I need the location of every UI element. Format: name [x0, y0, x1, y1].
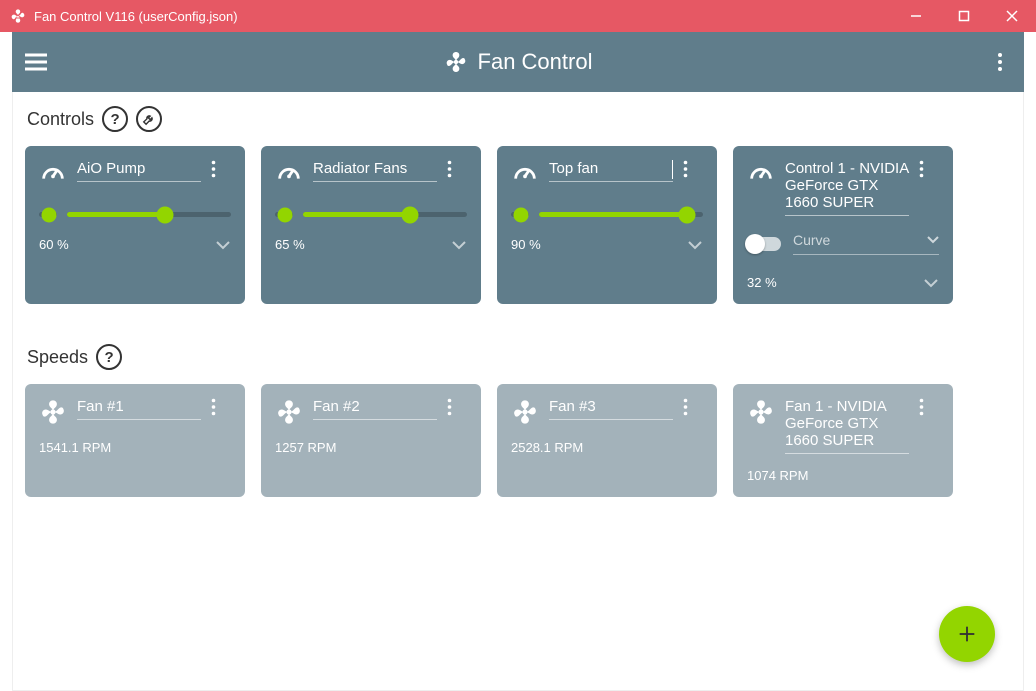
- expand-button[interactable]: [215, 240, 231, 250]
- rpm-label: 2528.1 RPM: [511, 440, 583, 455]
- rpm-label: 1074 RPM: [747, 468, 808, 483]
- menu-button[interactable]: [12, 52, 60, 72]
- speed-name-input[interactable]: Fan #1: [77, 398, 201, 417]
- app-bar: Fan Control: [12, 32, 1024, 92]
- mode-select[interactable]: Curve: [793, 232, 939, 255]
- speed-slider[interactable]: [303, 212, 467, 217]
- fan-icon: [39, 398, 67, 426]
- control-name-input[interactable]: Radiator Fans: [313, 160, 437, 179]
- speed-name-input[interactable]: Fan #3: [549, 398, 673, 417]
- window-title: Fan Control V116 (userConfig.json): [34, 9, 238, 24]
- rpm-label: 1541.1 RPM: [39, 440, 111, 455]
- appbar-title: Fan Control: [478, 49, 593, 75]
- card-menu-button[interactable]: [447, 160, 467, 178]
- rpm-label: 1257 RPM: [275, 440, 336, 455]
- speed-card: Fan #2 1257 RPM: [261, 384, 481, 497]
- window-maximize-button[interactable]: [940, 0, 988, 32]
- speed-slider[interactable]: [67, 212, 231, 217]
- speeds-section-label: Speeds: [27, 347, 88, 368]
- card-menu-button[interactable]: [919, 398, 939, 416]
- percent-label: 90 %: [511, 237, 541, 252]
- percent-label: 60 %: [39, 237, 69, 252]
- gauge-icon: [511, 160, 539, 188]
- speeds-row: Fan #1 1541.1 RPM Fan #2 1257 RPM Fan #3 2528…: [25, 384, 1011, 497]
- expand-button[interactable]: [923, 278, 939, 288]
- speeds-help-button[interactable]: ?: [96, 344, 122, 370]
- controls-row: AiO Pump 60 % Radiator Fans 65 % Top fan 90 %…: [25, 146, 1011, 304]
- fan-icon: [275, 398, 303, 426]
- speed-card: Fan #1 1541.1 RPM: [25, 384, 245, 497]
- content-area: Controls ? AiO Pump 60 % Radiator Fans 65 %…: [12, 92, 1024, 691]
- gauge-icon: [747, 160, 775, 188]
- control-name-input[interactable]: AiO Pump: [77, 160, 201, 179]
- speed-name-input[interactable]: Fan #2: [313, 398, 437, 417]
- card-menu-button[interactable]: [211, 398, 231, 416]
- speed-name-input[interactable]: Fan 1 - NVIDIA GeForce GTX 1660 SUPER: [785, 398, 909, 451]
- window-titlebar: Fan Control V116 (userConfig.json): [0, 0, 1036, 32]
- enable-fixed-toggle[interactable]: [39, 212, 57, 217]
- app-fan-icon: [10, 8, 26, 24]
- control-card: Top fan 90 %: [497, 146, 717, 304]
- window-close-button[interactable]: [988, 0, 1036, 32]
- speed-card: Fan 1 - NVIDIA GeForce GTX 1660 SUPER 107…: [733, 384, 953, 497]
- controls-section-label: Controls: [27, 109, 94, 130]
- percent-label: 65 %: [275, 237, 305, 252]
- speed-card: Fan #3 2528.1 RPM: [497, 384, 717, 497]
- speeds-section-header: Speeds ?: [27, 344, 1011, 370]
- card-menu-button[interactable]: [683, 160, 703, 178]
- add-fab-button[interactable]: [939, 606, 995, 662]
- percent-label: 32 %: [747, 275, 777, 290]
- fan-icon: [747, 398, 775, 426]
- card-menu-button[interactable]: [211, 160, 231, 178]
- control-name-input[interactable]: Control 1 - NVIDIA GeForce GTX 1660 SUPE…: [785, 160, 909, 213]
- appbar-more-button[interactable]: [976, 52, 1024, 72]
- speed-slider[interactable]: [539, 212, 703, 217]
- expand-button[interactable]: [451, 240, 467, 250]
- enable-toggle[interactable]: [747, 237, 781, 251]
- controls-section-header: Controls ?: [27, 106, 1011, 132]
- card-menu-button[interactable]: [919, 160, 939, 178]
- window-minimize-button[interactable]: [892, 0, 940, 32]
- mode-select-label: Curve: [793, 232, 830, 248]
- enable-fixed-toggle[interactable]: [511, 212, 529, 217]
- appbar-fan-icon: [444, 50, 468, 74]
- control-card: Radiator Fans 65 %: [261, 146, 481, 304]
- controls-tools-button[interactable]: [136, 106, 162, 132]
- control-card: Control 1 - NVIDIA GeForce GTX 1660 SUPE…: [733, 146, 953, 304]
- window-controls: [892, 0, 1036, 32]
- card-menu-button[interactable]: [447, 398, 467, 416]
- enable-fixed-toggle[interactable]: [275, 212, 293, 217]
- controls-help-button[interactable]: ?: [102, 106, 128, 132]
- chevron-down-icon: [927, 236, 939, 244]
- control-name-input[interactable]: Top fan: [549, 160, 673, 179]
- card-menu-button[interactable]: [683, 398, 703, 416]
- control-card: AiO Pump 60 %: [25, 146, 245, 304]
- gauge-icon: [39, 160, 67, 188]
- fan-icon: [511, 398, 539, 426]
- gauge-icon: [275, 160, 303, 188]
- expand-button[interactable]: [687, 240, 703, 250]
